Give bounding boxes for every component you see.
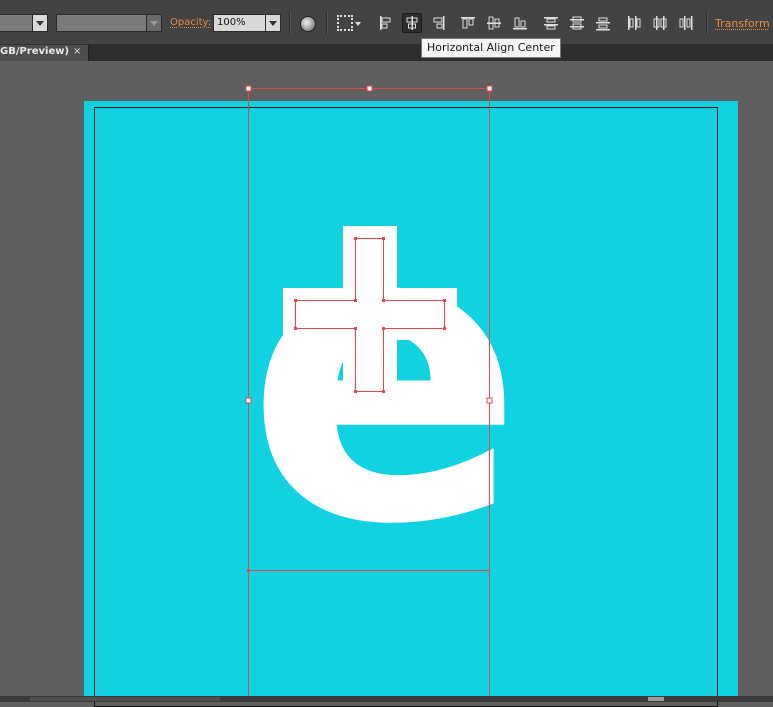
- anchor-point: [382, 237, 385, 240]
- anchor-point: [294, 299, 297, 302]
- anchor-point: [247, 569, 250, 572]
- plus-path-outline: [295, 238, 445, 392]
- selection-bounding-box: [248, 88, 490, 571]
- anchor-point: [354, 237, 357, 240]
- anchor-point: [382, 327, 385, 330]
- selection-handle: [486, 85, 493, 92]
- anchor-point: [354, 390, 357, 393]
- horizontal-scrollbar[interactable]: [0, 696, 773, 702]
- selection-handle: [366, 85, 373, 92]
- selection-handle: [245, 85, 252, 92]
- selection-overlay: [245, 85, 493, 702]
- anchor-point: [354, 327, 357, 330]
- anchor-point: [354, 299, 357, 302]
- selection-handle: [486, 397, 493, 404]
- anchor-point: [443, 299, 446, 302]
- anchor-point: [382, 390, 385, 393]
- anchor-point: [443, 327, 446, 330]
- anchor-point: [294, 327, 297, 330]
- tooltip: Horizontal Align Center: [421, 38, 561, 58]
- scrollbar-track[interactable]: [30, 697, 220, 701]
- selection-handle: [245, 397, 252, 404]
- anchor-point: [382, 299, 385, 302]
- scrollbar-thumb[interactable]: [648, 697, 664, 701]
